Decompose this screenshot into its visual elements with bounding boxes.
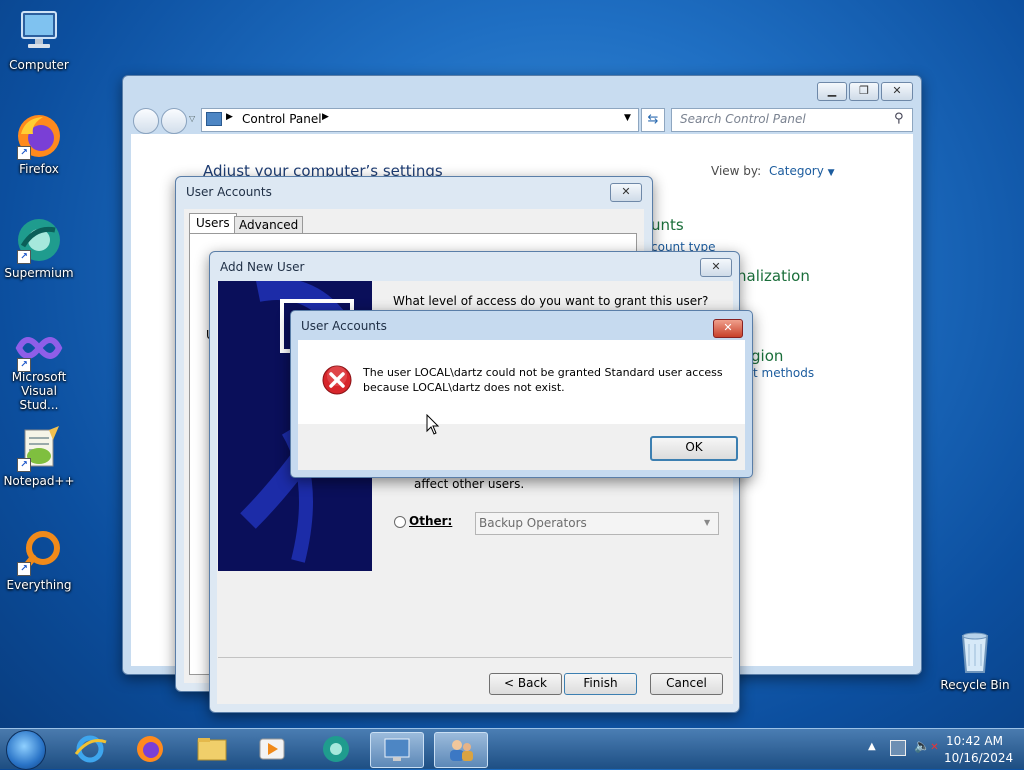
firefox-icon: ↗ (15, 112, 63, 160)
input-methods-link[interactable]: t methods (753, 366, 814, 380)
close-button[interactable]: ✕ (610, 183, 642, 202)
other-radio[interactable] (394, 516, 406, 528)
everything-icon: ↗ (15, 528, 63, 576)
access-description-text: affect other users. (414, 477, 525, 491)
recycle-bin-icon (951, 628, 999, 676)
computer-icon (15, 8, 63, 56)
shortcut-arrow-icon: ↗ (17, 250, 31, 264)
search-icon[interactable]: ⚲ (894, 111, 904, 126)
desktop-icon-label: Recycle Bin (940, 678, 1010, 692)
breadcrumb-separator-icon: ▶ (226, 112, 233, 122)
control-panel-small-icon (206, 112, 222, 126)
view-by-dropdown[interactable]: Category ▼ (769, 164, 835, 178)
error-message-line1: The user LOCAL\dartz could not be grante… (363, 366, 723, 379)
supermium-icon[interactable] (310, 732, 362, 766)
desktop-icon-everything[interactable]: ↗ Everything (0, 528, 78, 592)
show-hidden-icons-button[interactable]: ▲ (868, 741, 876, 752)
close-button[interactable]: ✕ (881, 82, 913, 101)
back-button[interactable]: < Back (489, 673, 562, 695)
desktop-icon-firefox[interactable]: ↗ Firefox (0, 112, 78, 176)
network-icon[interactable] (890, 740, 906, 756)
desktop-icon-label: Computer (9, 58, 69, 72)
window-title: User Accounts (186, 185, 272, 199)
cancel-button[interactable]: Cancel (650, 673, 723, 695)
file-explorer-icon[interactable] (186, 732, 238, 766)
breadcrumb-chevron-icon[interactable]: ▶ (322, 112, 329, 122)
access-level-question: What level of access do you want to gran… (393, 294, 709, 308)
breadcrumb[interactable]: Control Panel (242, 112, 322, 126)
desktop-icon-notepadpp[interactable]: ↗ Notepad++ (0, 424, 78, 488)
desktop-icon-label: Firefox (19, 162, 59, 176)
close-button[interactable]: ✕ (713, 319, 743, 338)
message-area: The user LOCAL\dartz could not be grante… (298, 340, 745, 424)
address-bar[interactable]: ▶ Control Panel ▶ ▼ (201, 108, 639, 132)
start-orb-icon[interactable] (6, 730, 46, 770)
user-accounts-icon[interactable] (434, 732, 488, 768)
supermium-icon: ↗ (15, 216, 63, 264)
personalization-category-link[interactable]: nalization (737, 267, 810, 285)
clock-date[interactable]: 10/16/2024 (944, 751, 1013, 765)
desktop-icon-label: Everything (6, 578, 72, 592)
desktop-icon-recycle-bin[interactable]: Recycle Bin (936, 628, 1014, 692)
desktop-icon-computer[interactable]: Computer (0, 8, 78, 72)
address-dropdown-icon[interactable]: ▼ (624, 113, 631, 123)
shortcut-arrow-icon: ↗ (17, 562, 31, 576)
search-box[interactable]: Search Control Panel ⚲ (671, 108, 913, 132)
search-input[interactable]: Search Control Panel (680, 112, 806, 126)
desktop-icon-label: Supermium (4, 266, 74, 280)
firefox-icon[interactable] (124, 732, 176, 766)
desktop-icon-supermium[interactable]: ↗ Supermium (0, 216, 78, 280)
visual-studio-icon: ↗ (15, 328, 63, 372)
window-title: Add New User (220, 260, 305, 274)
other-label[interactable]: Other: (409, 514, 452, 528)
error-message-line2: because LOCAL\dartz does not exist. (363, 381, 565, 394)
control-panel-icon[interactable] (370, 732, 424, 768)
window-title: User Accounts (301, 319, 387, 333)
error-icon (322, 365, 352, 395)
desktop-icon-label: Microsoft Visual Stud... (11, 370, 67, 412)
finish-button[interactable]: Finish (564, 673, 637, 695)
maximize-button[interactable]: ❐ (849, 82, 879, 101)
region-category-link[interactable]: gion (751, 347, 783, 365)
forward-button[interactable] (161, 108, 187, 134)
refresh-button[interactable]: ⇆ (641, 108, 665, 132)
chevron-down-icon: ▼ (704, 518, 711, 527)
back-button[interactable] (133, 108, 159, 134)
shortcut-arrow-icon: ↗ (17, 458, 31, 472)
close-button[interactable]: ✕ (700, 258, 732, 277)
internet-explorer-icon[interactable] (64, 732, 116, 766)
notepadpp-icon: ↗ (15, 424, 63, 472)
clock-time[interactable]: 10:42 AM (946, 734, 1003, 748)
wizard-divider (218, 657, 732, 658)
error-dialog: User Accounts ✕ The user LOCAL\dartz cou… (290, 310, 753, 478)
group-select-value: Backup Operators (479, 516, 587, 530)
shortcut-arrow-icon: ↗ (17, 146, 31, 160)
user-accounts-category-link[interactable]: unts (651, 216, 684, 234)
tab-advanced[interactable]: Advanced (234, 216, 304, 233)
view-by-value: Category (769, 164, 824, 178)
recent-pages-arrow-icon[interactable]: ▽ (189, 114, 195, 123)
desktop-icon-visual-studio[interactable]: ↗ Microsoft Visual Stud... (0, 328, 78, 412)
view-by-label: View by: (711, 164, 762, 178)
ok-button[interactable]: OK (650, 436, 738, 461)
chevron-down-icon: ▼ (827, 168, 835, 178)
media-player-icon[interactable] (246, 732, 298, 766)
shortcut-arrow-icon: ↗ (17, 358, 31, 372)
minimize-button[interactable]: ▁ (817, 82, 847, 101)
mouse-cursor-icon (426, 413, 440, 439)
desktop-icon-label: Notepad++ (3, 474, 75, 488)
group-select[interactable]: Backup Operators ▼ (475, 512, 719, 535)
taskbar: ▲ 🔈✕ 10:42 AM 10/16/2024 (0, 728, 1024, 770)
volume-muted-icon[interactable]: 🔈✕ (914, 739, 939, 754)
